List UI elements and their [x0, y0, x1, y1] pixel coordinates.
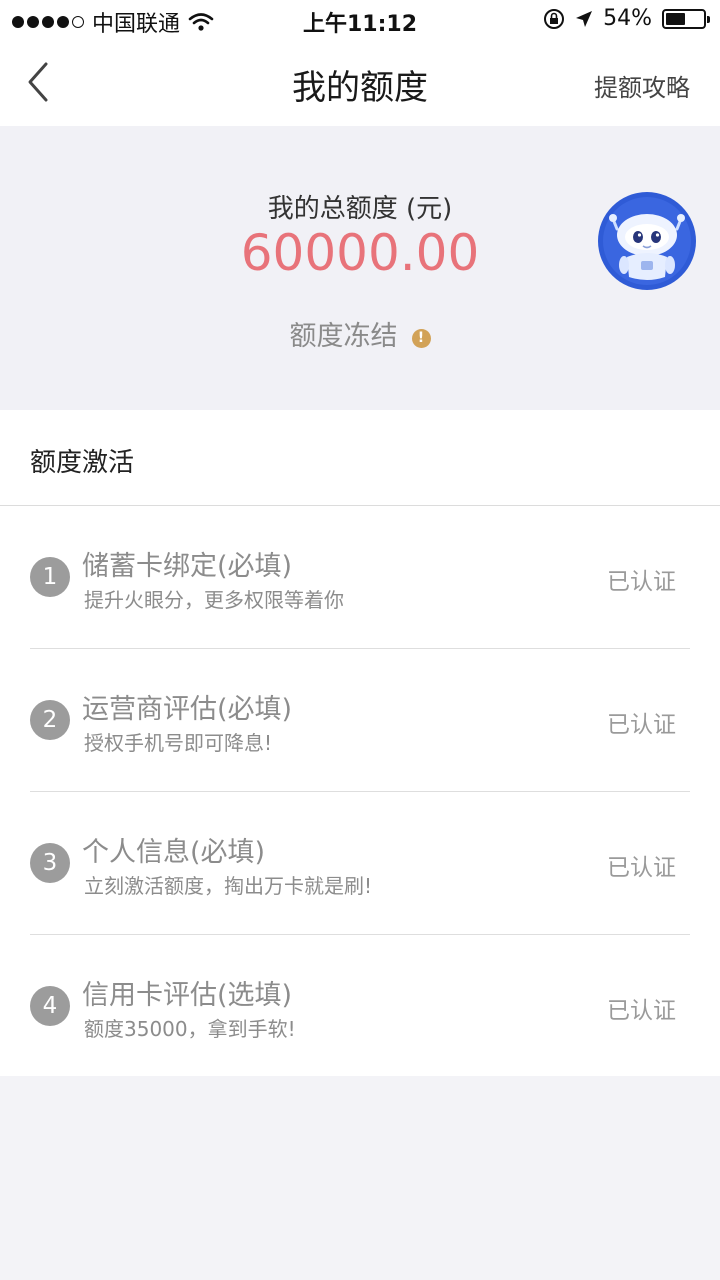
warning-icon[interactable]: !: [411, 329, 431, 348]
verified-status: 已认证: [607, 712, 676, 738]
item-subtitle: 授权手机号即可降息!: [84, 731, 273, 755]
robot-avatar-icon[interactable]: [597, 191, 697, 291]
status-bar: 中国联通 上午11:12 54%: [0, 0, 720, 40]
status-right: 54%: [543, 6, 710, 31]
verified-status: 已认证: [607, 855, 676, 881]
limit-tips-link[interactable]: 提额攻略: [594, 68, 690, 103]
item-title: 个人信息(必填): [82, 837, 266, 868]
item-subtitle: 提升火眼分，更多权限等着你: [84, 588, 344, 612]
location-arrow-icon: [576, 10, 593, 27]
step-number: 4: [30, 986, 70, 1026]
section-title: 额度激活: [30, 448, 135, 478]
item-subtitle: 立刻激活额度，掏出万卡就是刷!: [84, 874, 373, 898]
verified-status: 已认证: [607, 998, 676, 1024]
item-title: 信用卡评估(选填): [82, 980, 293, 1011]
nav-bar: 我的额度 提额攻略: [0, 40, 720, 126]
battery-icon: [662, 8, 710, 29]
battery-percent: 54%: [603, 6, 652, 31]
item-subtitle: 额度35000，拿到手软!: [84, 1017, 296, 1041]
verified-status: 已认证: [607, 569, 676, 595]
list-item-credit-card[interactable]: 4 信用卡评估(选填) 额度35000，拿到手软! 已认证: [0, 935, 720, 1078]
list-item-carrier[interactable]: 2 运营商评估(必填) 授权手机号即可降息! 已认证: [0, 649, 720, 792]
rotation-lock-icon: [544, 8, 565, 29]
list-item-personal-info[interactable]: 3 个人信息(必填) 立刻激活额度，掏出万卡就是刷! 已认证: [0, 792, 720, 935]
step-number: 2: [30, 700, 70, 740]
item-title: 运营商评估(必填): [82, 694, 293, 725]
item-title: 储蓄卡绑定(必填): [82, 551, 293, 582]
step-number: 1: [30, 557, 70, 597]
step-number: 3: [30, 843, 70, 883]
limit-frozen-status[interactable]: 额度冻结!: [0, 314, 720, 353]
activation-section: 额度激活 1 储蓄卡绑定(必填) 提升火眼分，更多权限等着你 已认证 2 运营商…: [0, 410, 720, 1076]
limit-frozen-label: 额度冻结: [289, 321, 398, 352]
list-item-debit-card[interactable]: 1 储蓄卡绑定(必填) 提升火眼分，更多权限等着你 已认证: [0, 506, 720, 649]
